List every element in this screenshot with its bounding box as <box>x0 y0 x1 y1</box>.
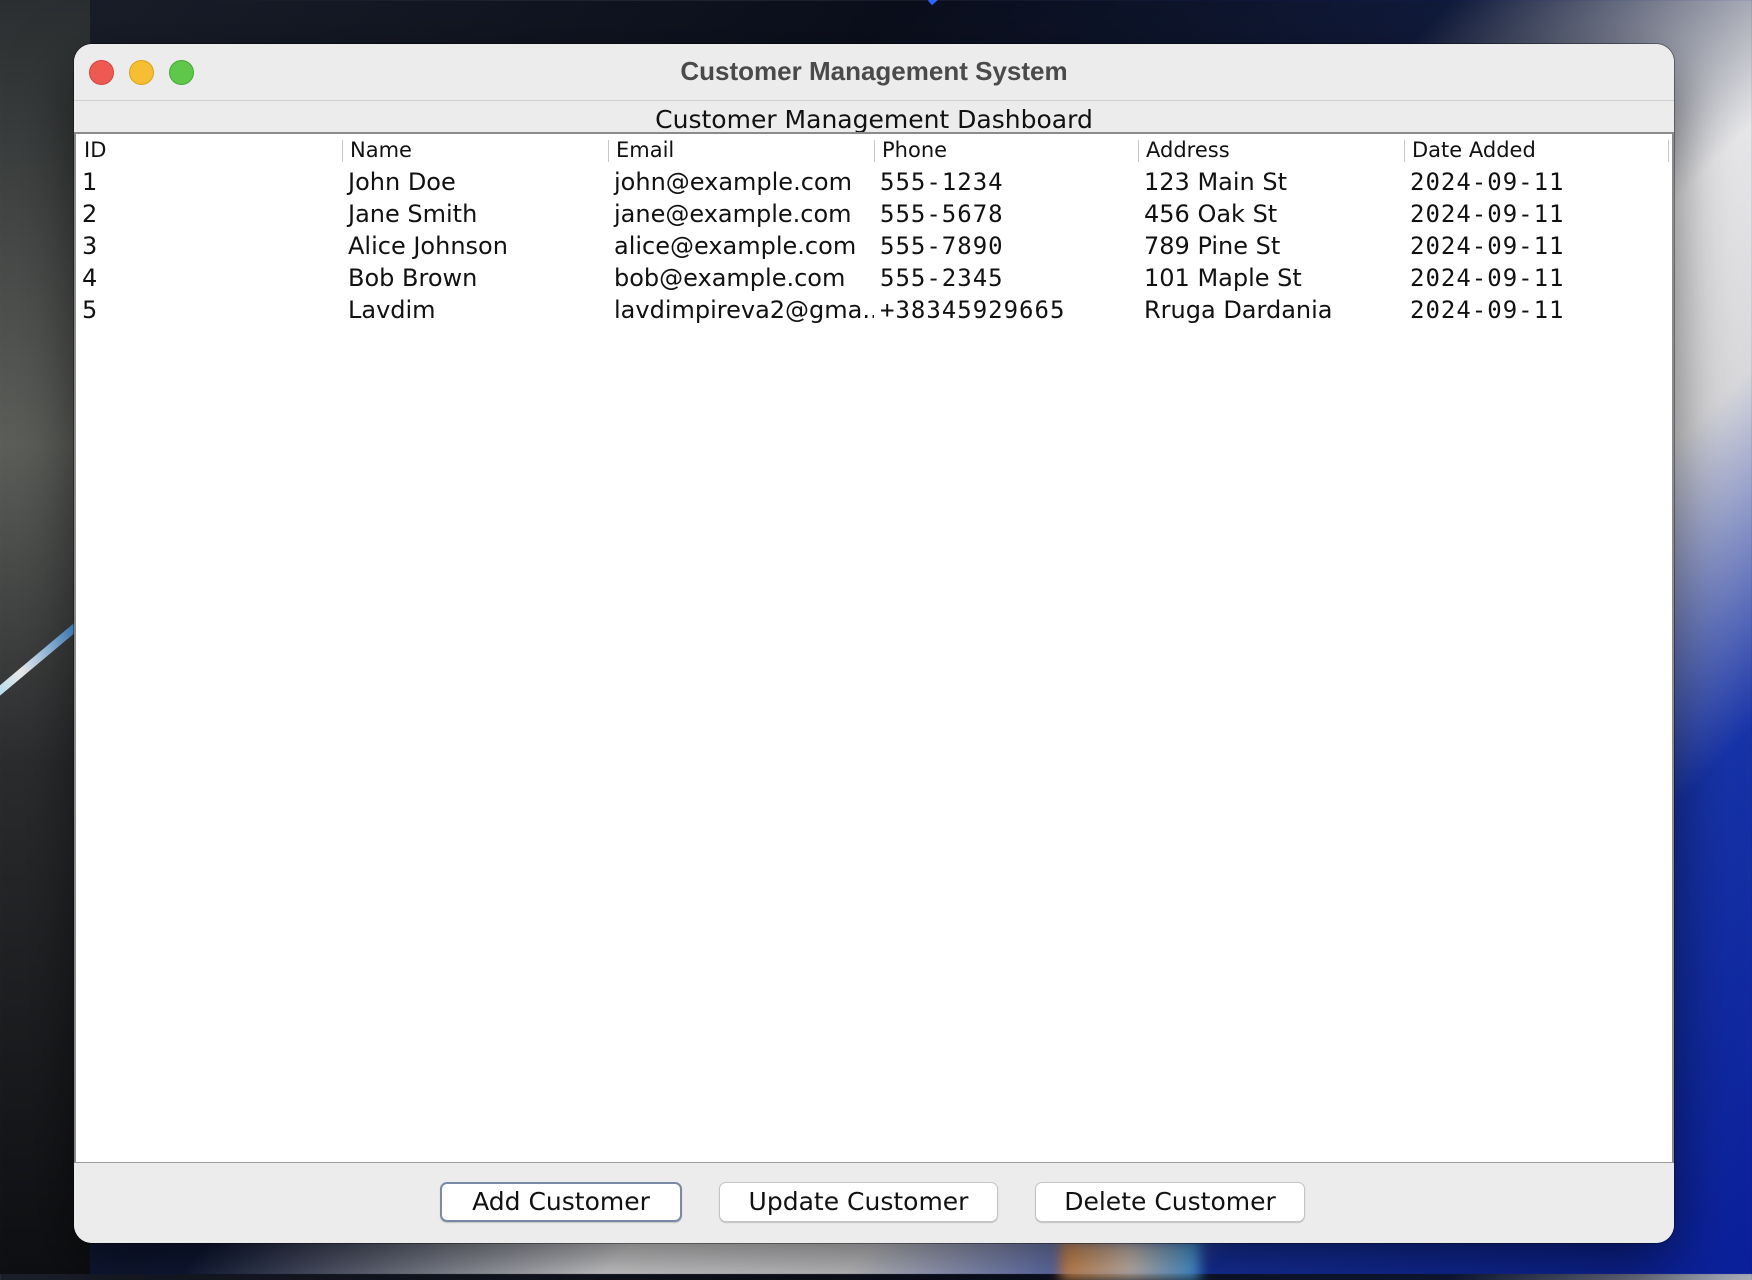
cell-id: 2 <box>82 200 98 228</box>
cell-id: 5 <box>82 296 98 324</box>
cell-id: 4 <box>82 264 98 292</box>
cell-phone: 555-1234 <box>880 168 1004 196</box>
cell-date-added: 2024-09-11 <box>1410 168 1565 196</box>
cell-address: Rruga Dardania <box>1144 296 1333 324</box>
column-header-date-added[interactable]: Date Added <box>1404 134 1670 166</box>
window-title: Customer Management System <box>680 56 1068 86</box>
cell-email: lavdimpireva2@gma... <box>614 296 874 324</box>
wallpaper-light-streak-top <box>927 0 1037 6</box>
cell-name: Jane Smith <box>348 200 478 228</box>
table-row[interactable]: 5 Lavdim lavdimpireva2@gma... +383459296… <box>76 294 1672 326</box>
customer-table[interactable]: ID Name Email Phone Address Date Added 1… <box>74 132 1674 1163</box>
cell-id: 3 <box>82 232 98 260</box>
cell-phone: 555-7890 <box>880 232 1004 260</box>
cell-phone: +38345929665 <box>880 296 1066 324</box>
table-row[interactable]: 2 Jane Smith jane@example.com 555-5678 4… <box>76 198 1672 230</box>
cell-address: 789 Pine St <box>1144 232 1281 260</box>
table-row[interactable]: 1 John Doe john@example.com 555-1234 123… <box>76 166 1672 198</box>
cell-email: jane@example.com <box>614 200 852 228</box>
column-header-name[interactable]: Name <box>342 134 608 166</box>
cell-date-added: 2024-09-11 <box>1410 296 1565 324</box>
cell-email: bob@example.com <box>614 264 846 292</box>
cell-phone: 555-2345 <box>880 264 1004 292</box>
update-customer-button[interactable]: Update Customer <box>719 1182 998 1222</box>
cell-name: Bob Brown <box>348 264 478 292</box>
column-header-id[interactable]: ID <box>76 134 342 166</box>
cell-date-added: 2024-09-11 <box>1410 264 1565 292</box>
cell-id: 1 <box>82 168 98 196</box>
column-divider[interactable] <box>1668 140 1669 162</box>
cell-date-added: 2024-09-11 <box>1410 200 1565 228</box>
delete-customer-button[interactable]: Delete Customer <box>1035 1182 1305 1222</box>
cell-address: 456 Oak St <box>1144 200 1278 228</box>
column-header-address[interactable]: Address <box>1138 134 1404 166</box>
button-bar: Add Customer Update Customer Delete Cust… <box>74 1163 1674 1243</box>
cell-email: john@example.com <box>614 168 852 196</box>
table-row[interactable]: 3 Alice Johnson alice@example.com 555-78… <box>76 230 1672 262</box>
cell-address: 101 Maple St <box>1144 264 1302 292</box>
app-window: Customer Management System Customer Mana… <box>74 44 1674 1243</box>
cell-phone: 555-5678 <box>880 200 1004 228</box>
cell-email: alice@example.com <box>614 232 857 260</box>
cell-name: Lavdim <box>348 296 436 324</box>
cell-date-added: 2024-09-11 <box>1410 232 1565 260</box>
table-header: ID Name Email Phone Address Date Added <box>76 134 1672 166</box>
cell-address: 123 Main St <box>1144 168 1288 196</box>
cell-name: John Doe <box>348 168 456 196</box>
column-header-email[interactable]: Email <box>608 134 874 166</box>
add-customer-button[interactable]: Add Customer <box>440 1182 682 1222</box>
column-header-phone[interactable]: Phone <box>874 134 1138 166</box>
table-row[interactable]: 4 Bob Brown bob@example.com 555-2345 101… <box>76 262 1672 294</box>
cell-name: Alice Johnson <box>348 232 508 260</box>
wallpaper-glow <box>1060 1240 1200 1280</box>
title-bar[interactable]: Customer Management System <box>74 44 1674 101</box>
table-body: 1 John Doe john@example.com 555-1234 123… <box>76 166 1672 326</box>
